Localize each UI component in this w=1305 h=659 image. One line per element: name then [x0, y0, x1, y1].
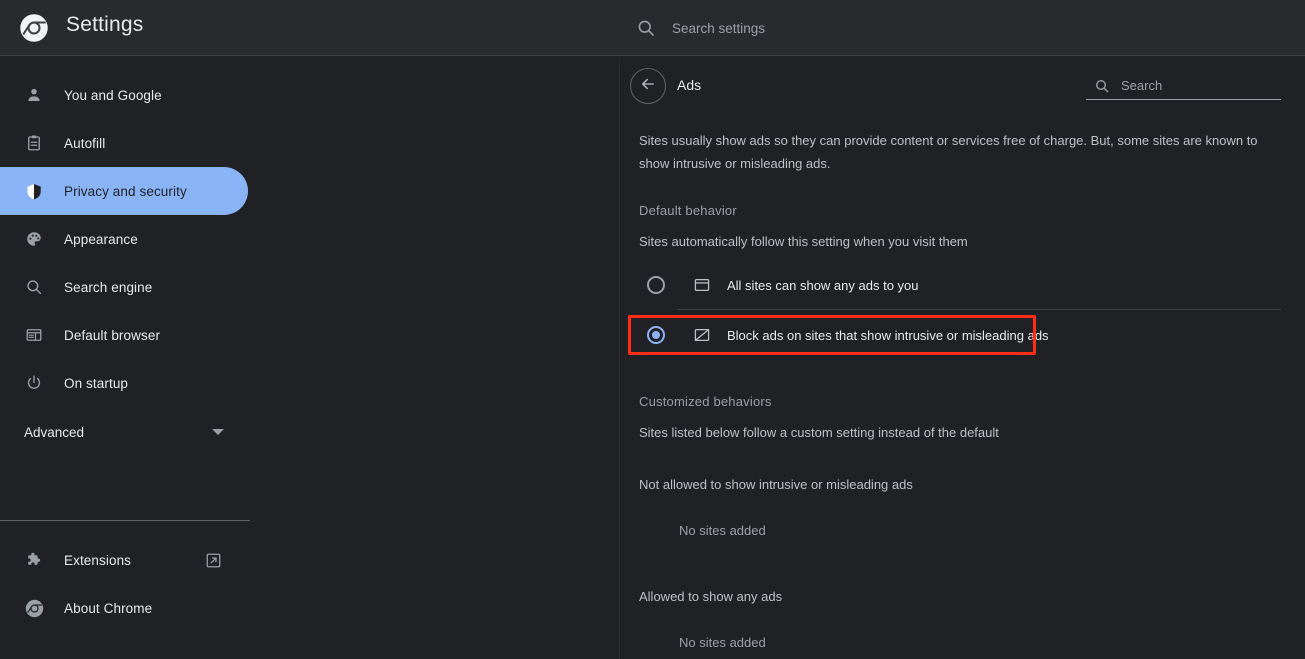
sidebar-item-about-chrome[interactable]: About Chrome — [0, 584, 248, 632]
sidebar-item-default-browser[interactable]: Default browser — [0, 311, 248, 359]
customized-behaviors-subtitle: Sites listed below follow a custom setti… — [639, 425, 999, 440]
chrome-logo-icon — [24, 598, 44, 618]
sidebar-item-label: About Chrome — [64, 600, 153, 616]
default-behavior-heading: Default behavior — [639, 203, 737, 218]
chrome-logo-icon — [19, 13, 49, 43]
radio-option-block-intrusive-ads[interactable]: Block ads on sites that show intrusive o… — [639, 313, 1287, 357]
radio-option-label: All sites can show any ads to you — [727, 277, 919, 293]
shield-icon — [24, 181, 44, 201]
main-header: Ads Search — [621, 57, 1305, 115]
radio-button[interactable] — [647, 326, 665, 344]
sidebar-advanced-toggle[interactable]: Advanced — [0, 408, 248, 456]
ads-search-box[interactable]: Search — [1086, 72, 1281, 100]
radio-button[interactable] — [647, 276, 665, 294]
open-in-new-icon[interactable] — [205, 552, 222, 569]
browser-window-icon — [24, 325, 44, 345]
sidebar-item-you-and-google[interactable]: You and Google — [0, 71, 248, 119]
empty-state-not-allowed: No sites added — [679, 523, 766, 538]
group-label-not-allowed: Not allowed to show intrusive or mislead… — [639, 477, 913, 492]
palette-icon — [24, 229, 44, 249]
customized-behaviors-heading: Customized behaviors — [639, 394, 772, 409]
option-divider — [677, 309, 1281, 310]
ads-description: Sites usually show ads so they can provi… — [639, 133, 1258, 171]
sidebar-item-label: Default browser — [64, 327, 161, 343]
sidebar-item-privacy-and-security[interactable]: Privacy and security — [0, 167, 248, 215]
search-icon — [24, 277, 44, 297]
sidebar-item-on-startup[interactable]: On startup — [0, 359, 248, 407]
settings-search-box[interactable]: Search settings — [620, 6, 1295, 50]
back-button[interactable] — [630, 68, 666, 104]
sidebar-item-search-engine[interactable]: Search engine — [0, 263, 248, 311]
sidebar-item-label: Extensions — [64, 552, 132, 568]
power-icon — [24, 373, 44, 393]
sidebar-item-extensions[interactable]: Extensions — [0, 536, 248, 584]
search-icon — [636, 18, 656, 38]
sidebar-item-label: Appearance — [64, 231, 138, 247]
settings-window: Settings Search settings You and Google — [0, 0, 1305, 659]
sidebar-item-label: Autofill — [64, 135, 106, 151]
sidebar-item-label: On startup — [64, 375, 129, 391]
group-label-allowed: Allowed to show any ads — [639, 589, 783, 604]
clipboard-icon — [24, 133, 44, 153]
sidebar: You and Google Autofill Privacy and secu… — [0, 57, 620, 659]
settings-search-placeholder: Search settings — [672, 20, 766, 36]
sidebar-item-autofill[interactable]: Autofill — [0, 119, 248, 167]
main-content: Ads Search Sites usually show ads so the… — [621, 57, 1305, 659]
person-icon — [24, 85, 44, 105]
chevron-down-icon — [212, 423, 224, 441]
top-bar: Settings Search settings — [0, 0, 1305, 56]
default-behavior-subtitle: Sites automatically follow this setting … — [639, 234, 968, 249]
puzzle-piece-icon — [24, 550, 44, 570]
page-title: Ads — [677, 77, 702, 93]
sidebar-item-appearance[interactable]: Appearance — [0, 215, 248, 263]
sidebar-item-label: You and Google — [64, 87, 162, 103]
sidebar-divider — [0, 520, 250, 521]
radio-option-label: Block ads on sites that show intrusive o… — [727, 327, 1049, 343]
sidebar-item-label: Privacy and security — [64, 183, 187, 199]
app-title: Settings — [66, 13, 144, 36]
sidebar-advanced-label: Advanced — [24, 424, 85, 440]
ad-window-icon — [693, 276, 711, 294]
sidebar-item-label: Search engine — [64, 279, 153, 295]
back-arrow-icon — [639, 75, 657, 98]
ad-blocked-icon — [693, 326, 711, 344]
radio-option-all-sites-can-show-ads[interactable]: All sites can show any ads to you — [639, 263, 1287, 307]
empty-state-allowed: No sites added — [679, 635, 766, 650]
ads-search-placeholder: Search — [1121, 78, 1163, 93]
search-icon — [1094, 78, 1110, 94]
